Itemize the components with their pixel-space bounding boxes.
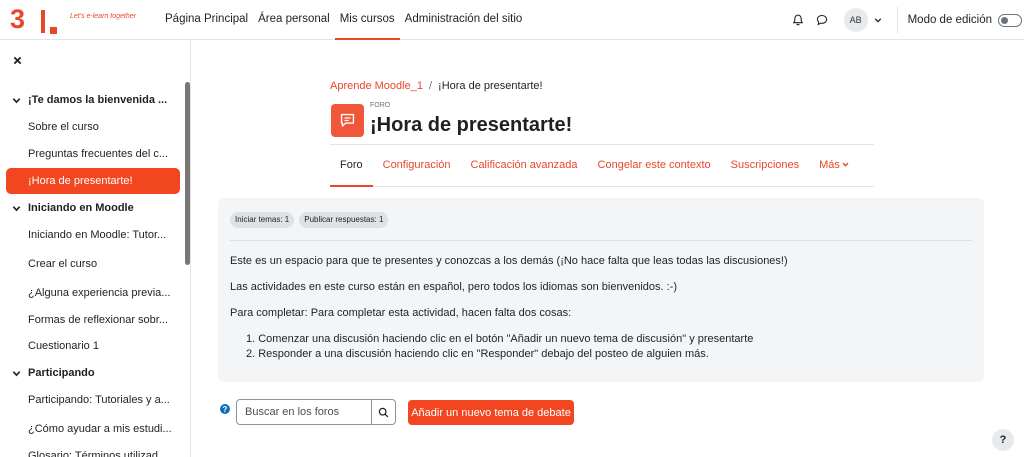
- site-tagline: Let's e-learn together: [70, 13, 136, 20]
- tab-forum[interactable]: Foro: [330, 145, 373, 187]
- nav-my-courses[interactable]: Mis cursos: [334, 0, 400, 40]
- description-list-item: 1. Comenzar una discusión haciendo clic …: [246, 333, 754, 345]
- sidebar-item-glossary[interactable]: Glosario: Términos utilizad...: [28, 446, 167, 457]
- logo-square: [50, 27, 57, 34]
- chevron-down-icon: [10, 367, 22, 379]
- search-icon: [378, 407, 389, 417]
- close-drawer-icon[interactable]: [10, 53, 24, 67]
- sidebar-scrollbar[interactable]: [185, 82, 190, 265]
- sidebar-section-getting-started[interactable]: Iniciando en Moodle: [10, 198, 134, 218]
- secondary-navigation: Foro Configuración Calificación avanzada…: [330, 144, 874, 187]
- primary-navigation: Página Principal Área personal Mis curso…: [160, 0, 527, 40]
- sidebar-item-participating-tutorials[interactable]: Participando: Tutoriales y a...: [28, 390, 170, 410]
- sidebar-section-welcome[interactable]: ¡Te damos la bienvenida ...: [10, 90, 167, 110]
- completion-badge: Publicar respuestas: 1: [299, 212, 389, 228]
- page-title: ¡Hora de presentarte!: [370, 114, 573, 136]
- add-discussion-button[interactable]: Añadir un nuevo tema de debate: [408, 400, 574, 425]
- question-help-icon[interactable]: ?: [220, 404, 230, 414]
- edit-mode-label: Modo de edición: [907, 14, 992, 26]
- sidebar-item-faq[interactable]: Preguntas frecuentes del c...: [28, 144, 168, 164]
- section-title: ¡Te damos la bienvenida ...: [28, 94, 168, 106]
- breadcrumb-current: ¡Hora de presentarte!: [438, 80, 543, 92]
- user-menu-area: AB Modo de edición: [788, 0, 1024, 40]
- description-paragraph: Las actividades en este curso están en e…: [230, 281, 677, 293]
- chevron-down-icon: [10, 202, 22, 214]
- main-content: Aprende Moodle_1 / ¡Hora de presentarte! F…: [192, 40, 1024, 457]
- bell-icon[interactable]: [788, 10, 808, 30]
- forum-search: [236, 399, 396, 425]
- chevron-down-icon: [842, 145, 849, 185]
- nav-home[interactable]: Página Principal: [160, 0, 253, 40]
- search-input[interactable]: [237, 400, 371, 424]
- user-avatar[interactable]: AB: [843, 8, 868, 32]
- sidebar-item-tutorials[interactable]: Iniciando en Moodle: Tutor...: [28, 225, 166, 245]
- tab-settings[interactable]: Configuración: [373, 145, 461, 187]
- chat-bubble-icon[interactable]: [812, 10, 832, 30]
- breadcrumb-separator: /: [428, 80, 433, 92]
- sidebar-item-help-students[interactable]: ¿Cómo ayudar a mis estudi...: [28, 419, 172, 439]
- site-logo[interactable]: 3: [10, 4, 70, 35]
- completion-requirements: Iniciar temas: 1 Publicar respuestas: 1: [230, 212, 393, 228]
- sidebar-section-participating[interactable]: Participando: [10, 363, 95, 383]
- section-title: Participando: [28, 367, 95, 379]
- section-title: Iniciando en Moodle: [28, 202, 134, 214]
- completion-badge: Iniciar temas: 1: [230, 212, 295, 228]
- divider: [230, 240, 972, 241]
- navbar-divider: [896, 7, 898, 33]
- sidebar-item-previous-experience[interactable]: ¿Alguna experiencia previa...: [28, 283, 170, 303]
- tab-more-label: Más: [819, 159, 840, 171]
- sidebar-item-introduce-yourself[interactable]: ¡Hora de presentarte!: [6, 168, 180, 194]
- description-list-item: 2. Responder a una discusión haciendo cl…: [246, 348, 709, 360]
- logo-number: 3: [10, 4, 26, 34]
- chevron-down-icon[interactable]: [871, 13, 885, 27]
- activity-type-label: FORO: [370, 102, 391, 109]
- tab-advanced-grading[interactable]: Calificación avanzada: [461, 145, 588, 187]
- edit-mode-toggle[interactable]: [998, 13, 1022, 27]
- nav-site-admin[interactable]: Administración del sitio: [400, 0, 528, 40]
- sidebar-item-about-course[interactable]: Sobre el curso: [28, 117, 99, 137]
- tab-subscriptions[interactable]: Suscripciones: [721, 145, 809, 187]
- forum-icon: [331, 104, 364, 137]
- chevron-down-icon: [10, 94, 22, 106]
- help-floating-button[interactable]: ?: [992, 429, 1014, 451]
- nav-dashboard[interactable]: Área personal: [253, 0, 335, 40]
- sidebar-item-create-course[interactable]: Crear el curso: [28, 254, 97, 274]
- sidebar-item-reflect[interactable]: Formas de reflexionar sobr...: [28, 310, 168, 330]
- course-index-drawer: ¡Te damos la bienvenida ... Sobre el cur…: [0, 40, 191, 457]
- breadcrumb: Aprende Moodle_1 / ¡Hora de presentarte!: [330, 80, 543, 92]
- toggle-knob: [1001, 16, 1008, 24]
- breadcrumb-course-link[interactable]: Aprende Moodle_1: [330, 80, 423, 92]
- description-paragraph: Para completar: Para completar esta acti…: [230, 307, 572, 319]
- sidebar-item-quiz-1[interactable]: Cuestionario 1: [28, 336, 99, 356]
- description-paragraph: Este es un espacio para que te presentes…: [230, 255, 788, 267]
- tab-more[interactable]: Más: [809, 145, 859, 187]
- logo-bar: [41, 10, 45, 33]
- search-button[interactable]: [371, 400, 395, 424]
- tab-freeze-context[interactable]: Congelar este contexto: [588, 145, 721, 187]
- activity-description-panel: Iniciar temas: 1 Publicar respuestas: 1 …: [218, 198, 984, 382]
- top-navbar: 3 Let's e-learn together Página Principa…: [0, 0, 1024, 40]
